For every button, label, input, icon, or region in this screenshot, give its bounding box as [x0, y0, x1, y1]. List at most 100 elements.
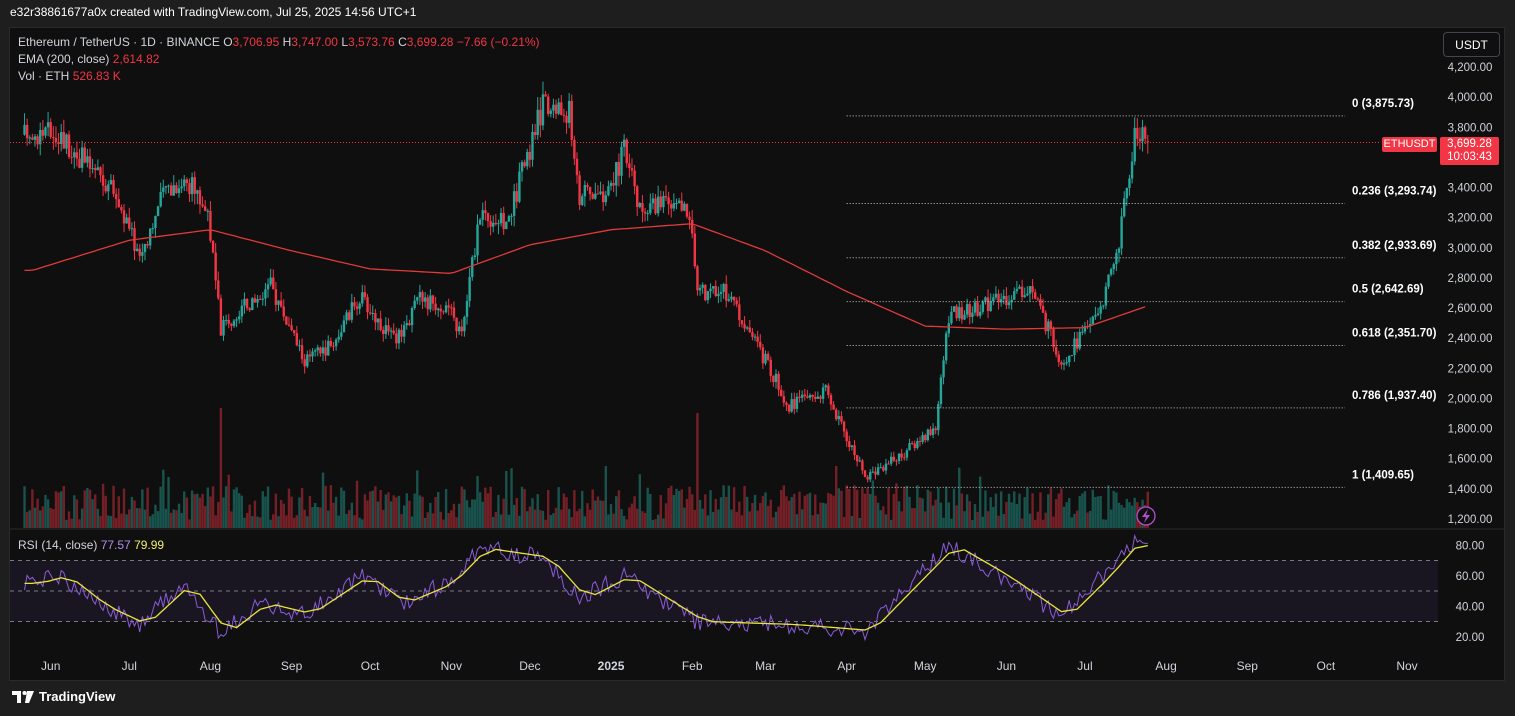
volume-bar	[976, 511, 979, 528]
volume-bar	[410, 516, 414, 528]
candle-body	[238, 316, 241, 320]
candle-body	[290, 325, 293, 331]
candle-body	[808, 395, 812, 398]
volume-bar	[65, 519, 68, 528]
candle-body	[442, 311, 445, 313]
candle-body	[774, 373, 778, 382]
candle-body	[1020, 286, 1024, 298]
volume-bar	[224, 486, 228, 528]
volume-bar	[908, 496, 911, 528]
rsi-tick-label: 40.00	[1456, 601, 1485, 613]
candle-body	[963, 314, 966, 320]
volume-bar	[984, 490, 987, 528]
chart-canvas[interactable]: 4,200.004,000.003,800.003,600.003,400.00…	[0, 0, 1515, 716]
price-tick-label: 4,200.00	[1448, 62, 1493, 74]
candle-body	[557, 102, 560, 114]
candle-body	[601, 191, 605, 203]
candle-body	[230, 323, 233, 326]
candle-body	[795, 396, 799, 409]
candle-body	[240, 305, 244, 317]
candle-body	[1133, 127, 1136, 162]
volume-bar	[960, 493, 964, 528]
volume-bar	[549, 515, 553, 528]
time-tick-label: Nov	[1396, 659, 1417, 673]
candle-body	[327, 340, 330, 356]
volume-bar	[855, 489, 859, 528]
volume-bar	[49, 507, 52, 528]
volume-bar	[133, 500, 136, 528]
candle-body	[196, 190, 199, 194]
candle-body	[780, 389, 783, 397]
footer-brand[interactable]: TradingView	[12, 689, 115, 704]
volume-bar	[704, 494, 707, 528]
volume-bar	[248, 504, 251, 528]
volume-bar	[232, 489, 236, 528]
rsi-legend[interactable]: RSI (14, close) 77.57 79.99	[18, 538, 164, 552]
candle-body	[861, 460, 864, 471]
candle-body	[392, 330, 395, 334]
volume-bar	[413, 493, 416, 528]
volume-bar	[709, 490, 712, 528]
symbol-title[interactable]: Ethereum / TetherUS · 1D · BINANCE	[18, 35, 220, 49]
volume-bar	[1010, 502, 1013, 528]
volume-bar	[596, 496, 600, 528]
volume-bar	[303, 509, 306, 528]
price-tick-label: 2,800.00	[1448, 273, 1493, 285]
volume-bar	[1104, 519, 1108, 528]
candle-body	[918, 441, 922, 443]
volume-bar	[748, 511, 752, 528]
candle-body	[664, 196, 668, 198]
currency-button[interactable]: USDT	[1443, 32, 1500, 57]
candle-body	[1062, 363, 1066, 365]
candle-body	[41, 129, 45, 136]
candle-body	[117, 199, 120, 208]
volume-bar	[489, 486, 492, 528]
price-tick-label: 1,600.00	[1448, 454, 1493, 466]
candle-body	[743, 324, 746, 329]
bar-countdown: 10:03:43	[1447, 151, 1492, 163]
volume-bar	[751, 503, 754, 528]
time-tick-label: Jul	[1077, 659, 1092, 673]
volume-bar	[70, 518, 73, 528]
volume-bar	[952, 488, 956, 528]
candle-body	[321, 347, 325, 354]
candle-body	[806, 396, 809, 398]
candle-body	[628, 163, 631, 168]
volume-bar	[837, 488, 841, 528]
candle-body	[1120, 216, 1123, 249]
candle-body	[1117, 248, 1121, 253]
volume-bar	[272, 514, 275, 528]
volume-bar	[677, 490, 681, 528]
volume-bar	[240, 495, 244, 528]
volume-bar	[824, 503, 827, 528]
candle-body	[306, 354, 309, 367]
candle-body	[615, 161, 618, 186]
candle-body	[685, 203, 689, 217]
candle-body	[112, 180, 115, 194]
change-value: −7.66 (−0.21%)	[456, 35, 540, 49]
volume-bar	[1015, 503, 1019, 528]
volume-bar	[196, 493, 199, 528]
candle-body	[94, 168, 97, 171]
volume-bar	[662, 518, 665, 528]
volume-bar	[918, 497, 922, 528]
candle-body	[866, 476, 869, 480]
candle-body	[1107, 274, 1110, 287]
candle-body	[502, 212, 505, 230]
candle-body	[347, 312, 351, 320]
ema-legend[interactable]: EMA (200, close) 2,614.82	[18, 52, 159, 66]
volume-bar	[117, 496, 120, 528]
volume-legend[interactable]: Vol · ETH 526.83 K	[18, 69, 121, 83]
candle-body	[266, 284, 270, 290]
volume-bar	[379, 489, 382, 528]
candle-body	[44, 127, 47, 136]
volume-bar	[798, 491, 801, 528]
volume-bar	[879, 510, 882, 528]
candle-body	[313, 350, 317, 352]
candle-body	[408, 323, 411, 326]
candle-body	[560, 102, 563, 115]
candle-body	[620, 146, 623, 176]
volume-bar	[497, 494, 500, 528]
volume-bar	[533, 509, 537, 528]
volume-bar	[450, 510, 453, 528]
